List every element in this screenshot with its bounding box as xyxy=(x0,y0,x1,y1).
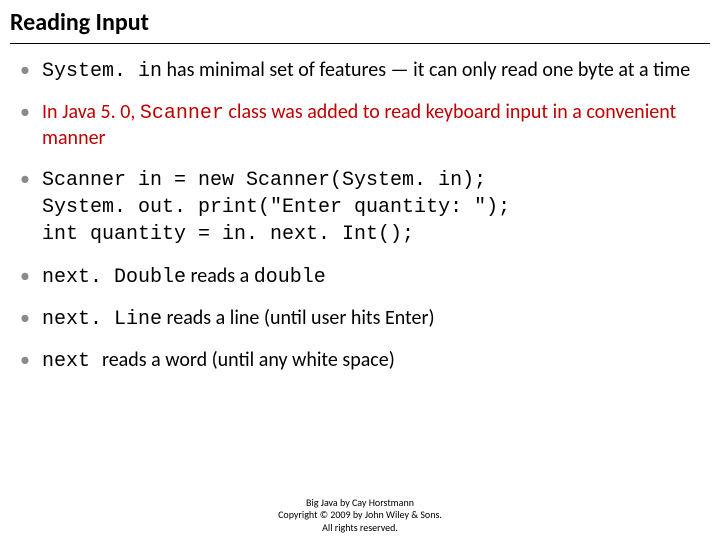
code-next: next xyxy=(42,350,102,373)
slide: Reading Input System. in has minimal set… xyxy=(0,0,720,540)
footer-line-3: All rights reserved. xyxy=(0,522,720,535)
bullet-5-rest: reads a line (until user hits Enter) xyxy=(162,306,435,330)
bullet-3: Scanner in = new Scanner(System. in); Sy… xyxy=(18,167,704,248)
bullet-4-mid: reads a xyxy=(186,264,254,288)
bullet-2: In Java 5. 0, Scanner class was added to… xyxy=(18,100,704,151)
footer-line-2: Copyright © 2009 by John Wiley & Sons. xyxy=(0,509,720,522)
code-block: Scanner in = new Scanner(System. in); Sy… xyxy=(42,167,704,248)
footer: Big Java by Cay Horstmann Copyright © 20… xyxy=(0,497,720,535)
bullet-4: next. Double reads a double xyxy=(18,264,704,290)
bullet-6: next reads a word (until any white space… xyxy=(18,348,704,374)
bullet-6-rest: reads a word (until any white space) xyxy=(102,348,395,372)
code-next-double: next. Double xyxy=(42,266,186,289)
bullet-1-text: has minimal set of features — it can onl… xyxy=(162,58,690,82)
code-scanner: Scanner xyxy=(140,102,224,125)
code-system-in: System. in xyxy=(42,60,162,83)
bullet-1: System. in has minimal set of features —… xyxy=(18,58,704,84)
code-next-line: next. Line xyxy=(42,308,162,331)
bullet-5: next. Line reads a line (until user hits… xyxy=(18,306,704,332)
bullet-2-pre: In Java 5. 0, xyxy=(42,100,140,124)
bullet-list: System. in has minimal set of features —… xyxy=(10,58,710,374)
code-double: double xyxy=(254,266,326,289)
page-title: Reading Input xyxy=(10,8,710,44)
